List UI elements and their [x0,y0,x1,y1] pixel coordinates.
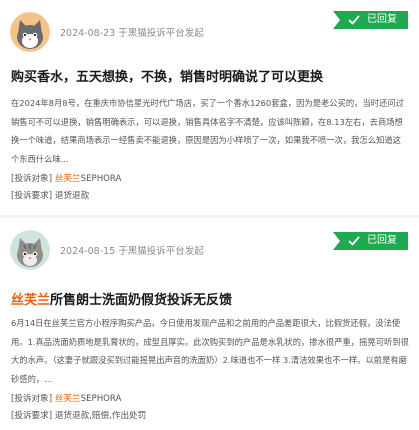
complaint-excerpt[interactable]: 在2024年8月8号，在重庆市协信星光时代广场店，买了一个香水1260套盒，因为… [11,94,409,168]
complaint-title[interactable]: 购买香水，五天想换，不换，销售时明确说了可以更换 [11,66,323,85]
post-date: 2024-08-15 于黑猫投诉平台发起 [60,243,204,257]
post-date-value: 2024-08-15 [60,246,116,257]
complaint-demand-label: [投诉要求] [11,411,53,421]
complaint-demand: [投诉要求] 退货退款,赔偿,作出处罚 [11,409,146,421]
cat-avatar-icon[interactable] [10,230,50,270]
complaint-object-brand[interactable]: 丝芙兰 [55,394,81,404]
status-badge: 已回复 [333,11,408,29]
post-date-value: 2024-08-23 [60,28,116,39]
complaint-feed: 2024-08-23 于黑猫投诉平台发起 已回复 购买香水，五天想换，不换，销售… [0,0,419,430]
complaint-title-text: 购买香水，五天想换，不换，销售时明确说了可以更换 [11,70,324,85]
complaint-object-name: SEPHORA [80,394,122,404]
complaint-demand: [投诉要求] 退货退款 [11,189,89,201]
complaint-title[interactable]: 丝芙兰所售朗士洗面奶假货投诉无反馈 [11,289,232,308]
check-icon [348,236,360,246]
post-source: 于黑猫投诉平台发起 [118,246,204,257]
post-date: 2024-08-23 于黑猫投诉平台发起 [60,25,204,39]
complaint-demand-value: 退货退款,赔偿,作出处罚 [54,411,147,421]
complaint-object-label: [投诉对象] [11,174,53,184]
cat-avatar-icon[interactable] [10,12,50,52]
complaint-demand-value: 退货退款 [54,191,90,201]
complaint-excerpt[interactable]: 6月14日在丝芙兰官方小程序购买产品，今日使用发现产品和之前用的产品差距很大，比… [11,314,409,388]
status-badge-label: 已回复 [367,14,397,25]
complaint-object-name: SEPHORA [80,174,122,184]
status-badge: 已回复 [333,232,408,250]
status-badge-label: 已回复 [367,235,397,246]
complaint-object-label: [投诉对象] [11,394,53,404]
complaint-object: [投诉对象] 丝芙兰SEPHORA [11,172,121,184]
complaint-object: [投诉对象] 丝芙兰SEPHORA [11,392,121,404]
complaint-title-text: 所售朗士洗面奶假货投诉无反馈 [50,293,233,308]
check-icon [348,15,360,25]
post-source: 于黑猫投诉平台发起 [118,28,204,39]
complaint-object-brand[interactable]: 丝芙兰 [55,174,81,184]
complaint-demand-label: [投诉要求] [11,191,53,201]
complaint-title-brand: 丝芙兰 [11,293,51,308]
